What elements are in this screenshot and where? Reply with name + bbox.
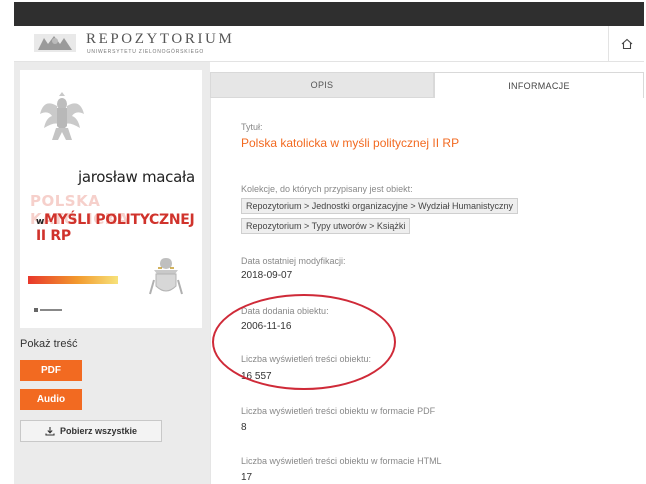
cover-stripe bbox=[28, 276, 118, 284]
views-value: 16 557 bbox=[241, 371, 272, 382]
cover-author: jarosław macała bbox=[78, 168, 195, 186]
added-label: Data dodania obiektu: bbox=[241, 306, 329, 316]
site-header: REPOZYTORIUM UNIWERSYTETU ZIELONOGÓRSKIE… bbox=[14, 26, 644, 62]
home-icon bbox=[621, 38, 632, 50]
download-icon bbox=[45, 427, 55, 436]
views-label: Liczba wyświetleń treści obiektu: bbox=[241, 354, 372, 364]
download-all-label: Pobierz wszystkie bbox=[59, 426, 138, 436]
cover-title-prefix: w bbox=[36, 217, 45, 227]
publisher-logo-icon bbox=[34, 308, 62, 312]
polish-eagle-icon bbox=[40, 92, 84, 140]
tab-informacje[interactable]: INFORMACJE bbox=[434, 72, 644, 98]
views-html-label: Liczba wyświetleń treści obiektu w forma… bbox=[241, 456, 442, 466]
title-value: Polska katolicka w myśli politycznej II … bbox=[241, 136, 460, 150]
site-title[interactable]: REPOZYTORIUM bbox=[86, 31, 234, 48]
added-value: 2006-11-16 bbox=[241, 321, 292, 332]
site-subtitle: UNIWERSYTETU ZIELONOGÓRSKIEGO bbox=[87, 49, 205, 55]
main-content: OPIS INFORMACJE Tytuł: Polska katolicka … bbox=[210, 62, 644, 484]
pdf-button[interactable]: PDF bbox=[20, 360, 82, 381]
views-html-value: 17 bbox=[241, 472, 253, 483]
collections-label: Kolekcje, do których przypisany jest obi… bbox=[241, 184, 413, 194]
collection-chip[interactable]: Repozytorium > Typy utworów > Książki bbox=[241, 218, 411, 234]
cover-title-line2: wMYŚLI POLITYCZNEJ II RP bbox=[36, 212, 202, 244]
views-pdf-label: Liczba wyświetleń treści obiektu w forma… bbox=[241, 406, 436, 416]
top-bar bbox=[14, 2, 644, 26]
modified-value: 2018-09-07 bbox=[241, 270, 293, 281]
papal-coat-of-arms-icon bbox=[149, 258, 183, 295]
title-label: Tytuł: bbox=[241, 122, 263, 132]
info-panel: Tytuł: Polska katolicka w myśli politycz… bbox=[210, 98, 644, 484]
left-sidebar: jarosław macała POLSKA KATOLICKA wMYŚLI … bbox=[14, 62, 210, 484]
tab-bar: OPIS INFORMACJE bbox=[210, 72, 644, 98]
tab-opis[interactable]: OPIS bbox=[210, 72, 434, 98]
views-pdf-value: 8 bbox=[241, 422, 247, 433]
show-content-label: Pokaż treść bbox=[20, 338, 78, 350]
book-cover[interactable]: jarosław macała POLSKA KATOLICKA wMYŚLI … bbox=[20, 70, 202, 328]
audio-button[interactable]: Audio bbox=[20, 389, 82, 410]
university-logo-icon bbox=[34, 34, 76, 52]
collection-chip[interactable]: Repozytorium > Jednostki organizacyjne >… bbox=[241, 198, 519, 214]
download-all-button[interactable]: Pobierz wszystkie bbox=[20, 420, 162, 442]
cover-title-main: MYŚLI POLITYCZNEJ II RP bbox=[36, 212, 195, 244]
modified-label: Data ostatniej modyfikacji: bbox=[241, 256, 346, 266]
home-button[interactable] bbox=[608, 26, 644, 62]
